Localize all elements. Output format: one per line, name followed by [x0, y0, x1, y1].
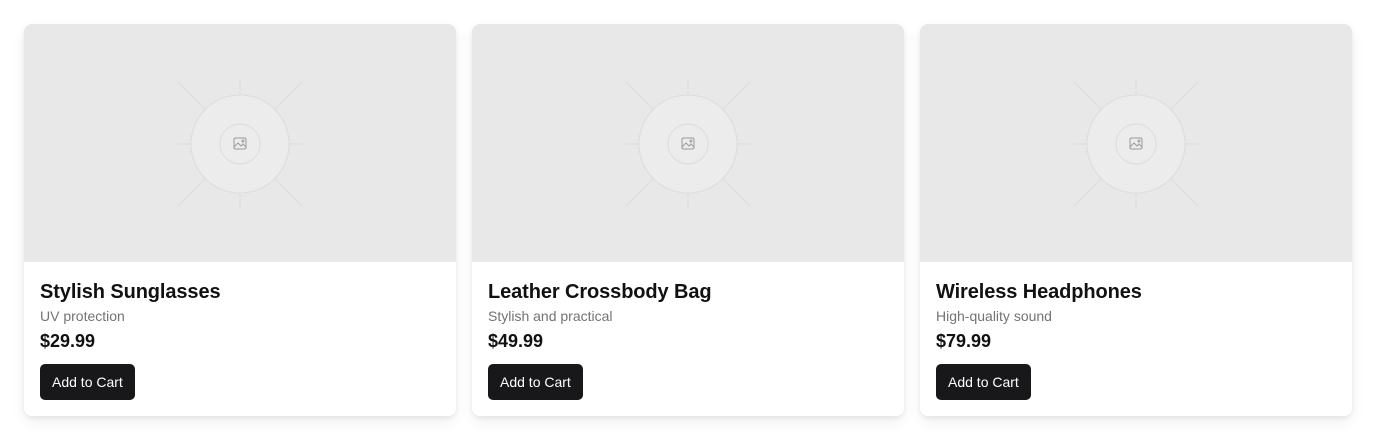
product-title: Stylish Sunglasses	[40, 281, 221, 303]
product-card: Leather Crossbody Bag Stylish and practi…	[472, 24, 904, 416]
product-title: Wireless Headphones	[936, 281, 1142, 303]
product-description: High-quality sound	[936, 308, 1052, 324]
product-price: $49.99	[488, 331, 544, 351]
image-placeholder-icon	[1070, 79, 1202, 209]
product-image-placeholder	[920, 24, 1352, 262]
product-image-placeholder	[472, 24, 904, 262]
add-to-cart-button[interactable]: Add to Cart	[488, 364, 583, 400]
product-description: Stylish and practical	[488, 308, 613, 324]
add-to-cart-button[interactable]: Add to Cart	[936, 364, 1031, 400]
product-price: $29.99	[40, 331, 96, 351]
product-grid: Stylish Sunglasses UV protection $29.99 …	[24, 24, 1352, 416]
product-card: Stylish Sunglasses UV protection $29.99 …	[24, 24, 456, 416]
product-card: Wireless Headphones High-quality sound $…	[920, 24, 1352, 416]
add-to-cart-button[interactable]: Add to Cart	[40, 364, 135, 400]
product-title: Leather Crossbody Bag	[488, 281, 712, 303]
image-placeholder-icon	[174, 79, 306, 209]
image-placeholder-icon	[622, 79, 754, 209]
product-price: $79.99	[936, 331, 992, 351]
product-description: UV protection	[40, 308, 125, 324]
product-image-placeholder	[24, 24, 456, 262]
